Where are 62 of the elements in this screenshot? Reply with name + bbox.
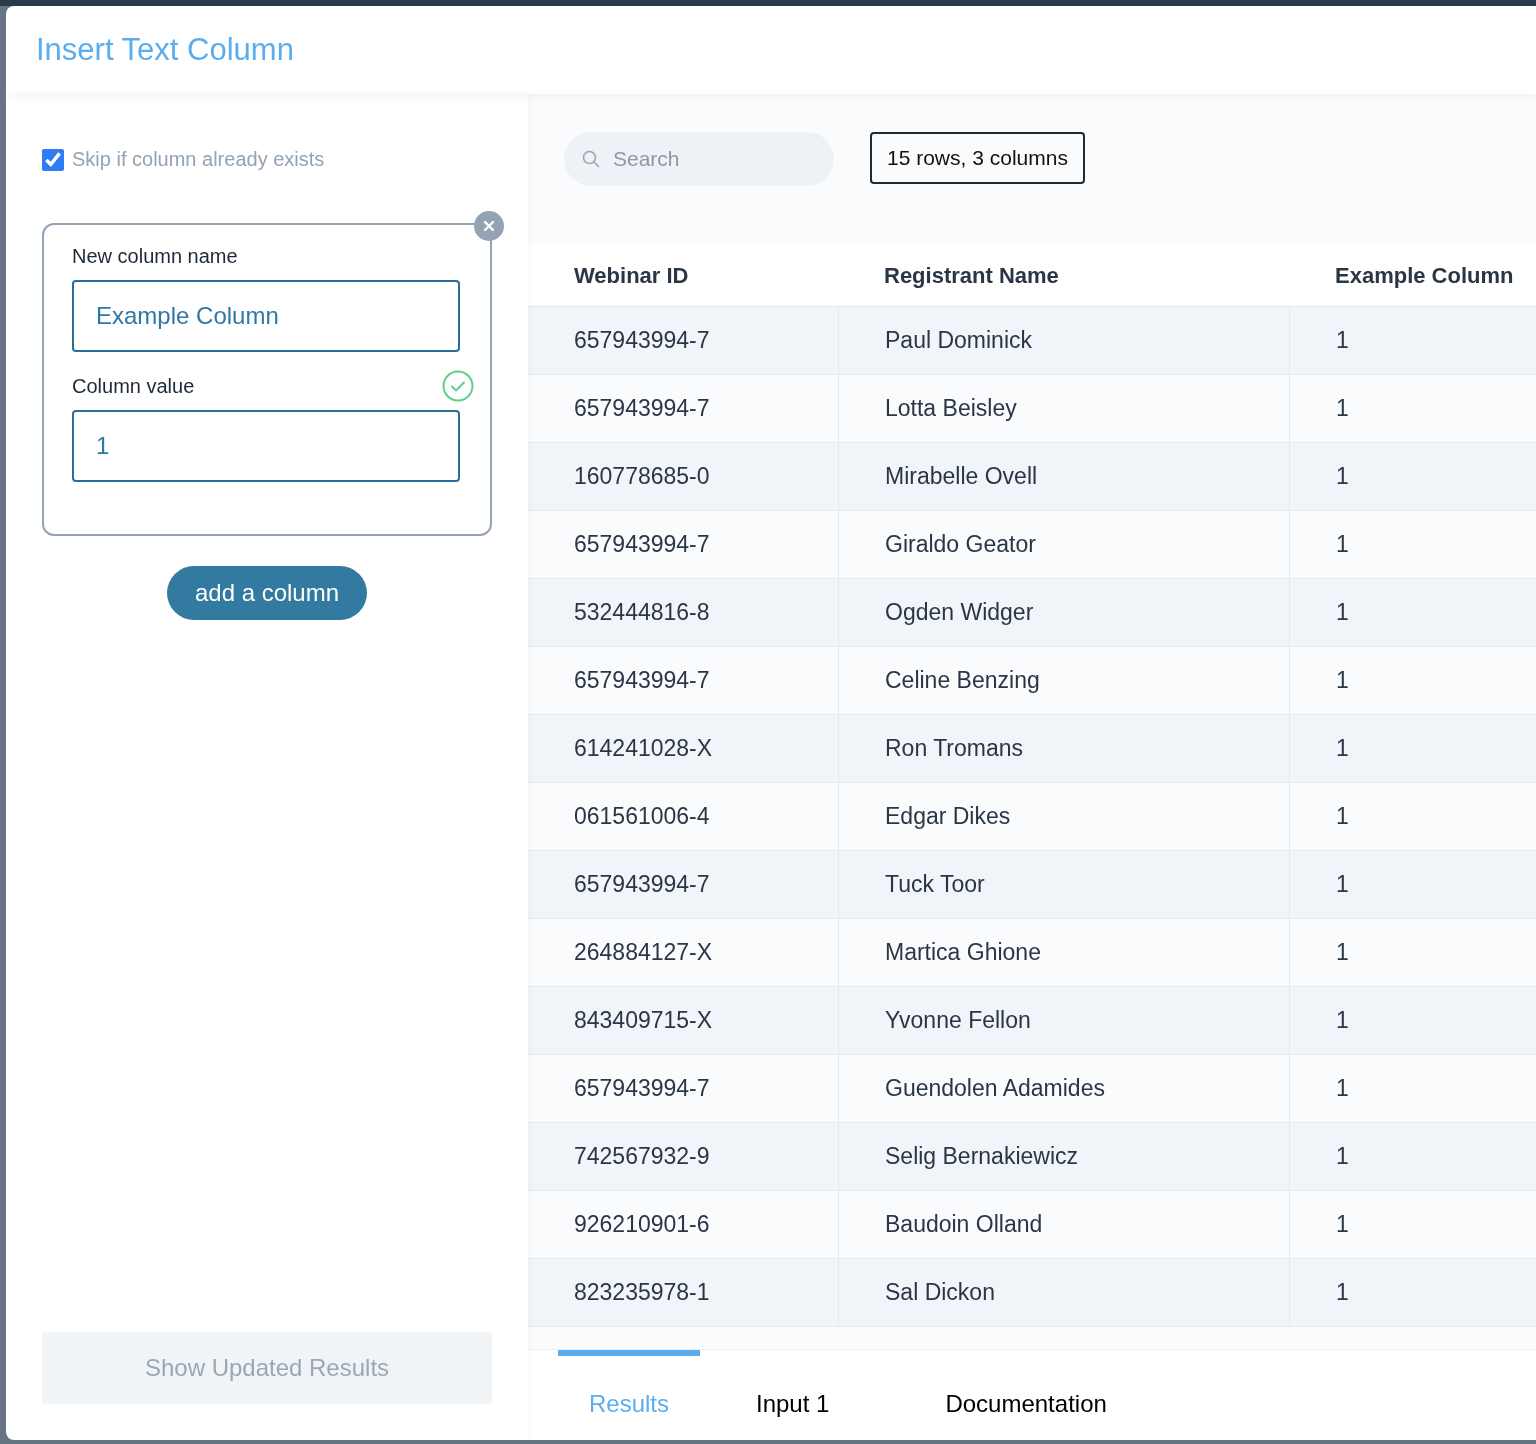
tab[interactable]: Input 1	[756, 1350, 830, 1440]
skip-checkbox[interactable]	[42, 148, 64, 171]
column-header: Webinar ID	[573, 261, 690, 290]
row-count-label: 15 rows, 3 columns	[870, 132, 1085, 184]
table-cell: Mirabelle Ovell	[838, 443, 1289, 510]
close-icon[interactable]	[474, 211, 504, 241]
table-cell: 1	[1289, 307, 1536, 374]
table-cell: Ron Tromans	[838, 715, 1289, 782]
search-field[interactable]: Search	[564, 132, 834, 186]
table-cell-text: 657943994-7	[573, 1074, 711, 1103]
table-cell: 1	[1289, 647, 1536, 714]
table-cell: Ogden Widger	[838, 579, 1289, 646]
table-cell-text: 657943994-7	[573, 326, 711, 355]
table-cell-text: 742567932-9	[573, 1142, 711, 1171]
table-cell: Selig Bernakiewicz	[838, 1123, 1289, 1190]
table-cell: 1	[1289, 919, 1536, 986]
table-cell: 1	[1289, 1191, 1536, 1258]
table-cell: 1	[1289, 783, 1536, 850]
window-title: Insert Text Column	[36, 32, 294, 68]
table-cell-text: 264884127-X	[573, 938, 714, 967]
table-cell: 1	[1289, 375, 1536, 442]
table-cell-text: 843409715-X	[573, 1006, 714, 1035]
table-cell: 1	[1289, 715, 1536, 782]
table-cell-text: 657943994-7	[573, 530, 711, 559]
table-cell: 1	[1289, 1259, 1536, 1326]
field-label: Column value	[72, 374, 195, 398]
table-cell-text: 657943994-7	[573, 870, 711, 899]
table-cell: Tuck Toor	[838, 851, 1289, 918]
table-cell: Guendolen Adamides	[838, 1055, 1289, 1122]
table-cell-text: 061561006-4	[573, 802, 711, 831]
add-column-button[interactable]: add a column	[166, 566, 368, 620]
tab[interactable]: Documentation	[945, 1350, 1107, 1440]
table-cell: Baudoin Olland	[838, 1191, 1289, 1258]
table-cell-text: 160778685-0	[573, 462, 711, 491]
table-cell-text: 532444816-8	[573, 598, 711, 627]
table-cell: 1	[1289, 579, 1536, 646]
table-cell: 1	[1289, 1123, 1536, 1190]
search-icon	[581, 149, 601, 169]
table-cell-text: 657943994-7	[573, 666, 711, 695]
table-cell: 1	[1289, 443, 1536, 510]
table-cell: Yvonne Fellon	[838, 987, 1289, 1054]
table-cell: Martica Ghione	[838, 919, 1289, 986]
checkbox-label: Skip if column already exists	[72, 148, 325, 171]
table-cell-text: 614241028-X	[573, 734, 714, 763]
column-name-input[interactable]: Example Column	[72, 280, 460, 352]
table-cell: 1	[1289, 851, 1536, 918]
table-cell: Lotta Beisley	[838, 375, 1289, 442]
field-label: New column name	[72, 245, 239, 268]
table-cell-text: 926210901-6	[573, 1210, 711, 1239]
table-cell: 1	[1289, 987, 1536, 1054]
table-cell-text: 657943994-7	[573, 394, 711, 423]
column-header: Example Column	[1334, 261, 1515, 290]
table-cell: Sal Dickon	[838, 1259, 1289, 1326]
table-cell: Celine Benzing	[838, 647, 1289, 714]
table-cell: 1	[1289, 1055, 1536, 1122]
table-cell: Edgar Dikes	[838, 783, 1289, 850]
table-cell: Giraldo Geator	[838, 511, 1289, 578]
column-header: Registrant Name	[883, 261, 1060, 290]
table-cell-text: 823235978-1	[573, 1278, 711, 1307]
table-cell: 1	[1289, 511, 1536, 578]
table-cell: Paul Dominick	[838, 307, 1289, 374]
column-value-input[interactable]: 1	[72, 410, 460, 482]
